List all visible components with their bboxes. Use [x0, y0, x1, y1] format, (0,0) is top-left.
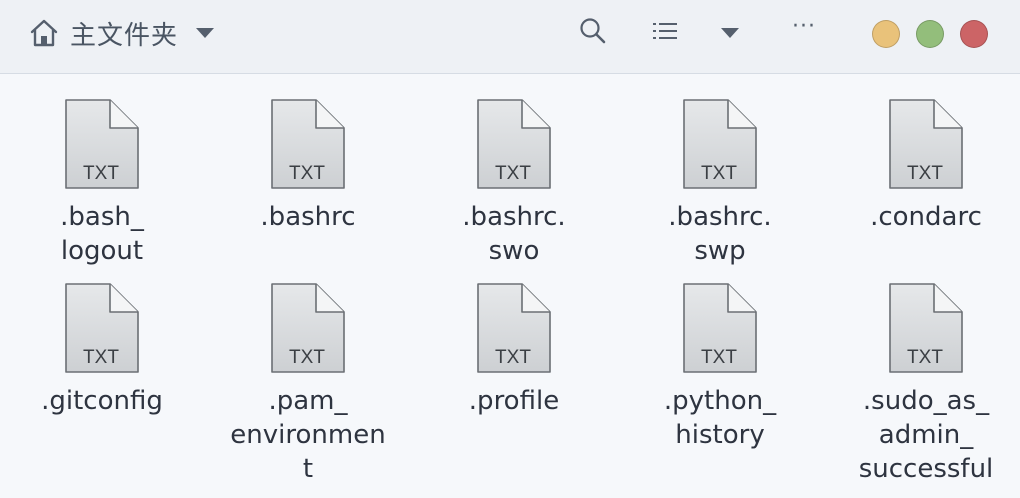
chevron-down-icon: [196, 28, 215, 38]
close-button[interactable]: [960, 20, 988, 48]
search-icon: [578, 16, 608, 50]
file-item[interactable]: TXT .python_ history: [625, 282, 815, 452]
file-name: .gitconfig: [41, 386, 163, 416]
chevron-down-icon: [721, 28, 739, 38]
text-file-icon: TXT: [270, 282, 346, 374]
file-type-label: TXT: [289, 347, 325, 368]
location-label: 主文件夹: [70, 20, 179, 51]
file-type-label: TXT: [701, 347, 737, 368]
file-type-label: TXT: [495, 347, 531, 368]
file-name: .python_ history: [663, 386, 777, 450]
file-name: .bashrc: [260, 202, 356, 232]
home-icon: [28, 17, 60, 49]
file-type-label: TXT: [83, 163, 119, 184]
header-bar: 主文件夹 ···: [0, 0, 1020, 74]
text-file-icon: TXT: [64, 282, 140, 374]
file-type-label: TXT: [289, 163, 325, 184]
list-view-button[interactable]: [650, 16, 680, 50]
text-file-icon: TXT: [682, 98, 758, 190]
file-item[interactable]: TXT .gitconfig: [7, 282, 197, 418]
minimize-button[interactable]: [872, 20, 900, 48]
file-item[interactable]: TXT .bashrc: [213, 98, 403, 234]
text-file-icon: TXT: [888, 282, 964, 374]
file-type-label: TXT: [907, 347, 943, 368]
text-file-icon: TXT: [64, 98, 140, 190]
maximize-button[interactable]: [916, 20, 944, 48]
text-file-icon: TXT: [270, 98, 346, 190]
search-button[interactable]: [576, 16, 610, 50]
text-file-icon: TXT: [888, 98, 964, 190]
file-item[interactable]: TXT .bashrc. swo: [419, 98, 609, 268]
location-breadcrumb[interactable]: 主文件夹: [28, 14, 215, 52]
file-name: .bashrc. swp: [668, 202, 772, 266]
file-item[interactable]: TXT .profile: [419, 282, 609, 418]
text-file-icon: TXT: [682, 282, 758, 374]
view-options-button[interactable]: [718, 16, 742, 50]
list-view-icon: [651, 19, 679, 47]
file-item[interactable]: TXT .bashrc. swp: [625, 98, 815, 268]
file-name: .condarc: [870, 202, 982, 232]
text-file-icon: TXT: [476, 98, 552, 190]
file-type-label: TXT: [907, 163, 943, 184]
file-item[interactable]: TXT .sudo_as_ admin_ successful: [831, 282, 1020, 486]
file-name: .bash_ logout: [60, 202, 144, 266]
file-name: .sudo_as_ admin_ successful: [858, 386, 994, 484]
file-name: .profile: [468, 386, 560, 416]
file-name: .bashrc. swo: [462, 202, 566, 266]
text-file-icon: TXT: [476, 282, 552, 374]
more-icon: ···: [792, 14, 816, 39]
more-options-button[interactable]: ···: [786, 16, 822, 50]
file-item[interactable]: TXT .condarc: [831, 98, 1020, 234]
file-type-label: TXT: [83, 347, 119, 368]
file-item[interactable]: TXT .pam_ environmen t: [213, 282, 403, 486]
file-item[interactable]: TXT .bash_ logout: [7, 98, 197, 268]
file-type-label: TXT: [495, 163, 531, 184]
file-manager-window: 主文件夹 ··· TXT .bash_ logout TXT .bashrc T…: [0, 0, 1020, 498]
file-type-label: TXT: [701, 163, 737, 184]
file-name: .pam_ environmen t: [230, 386, 386, 484]
